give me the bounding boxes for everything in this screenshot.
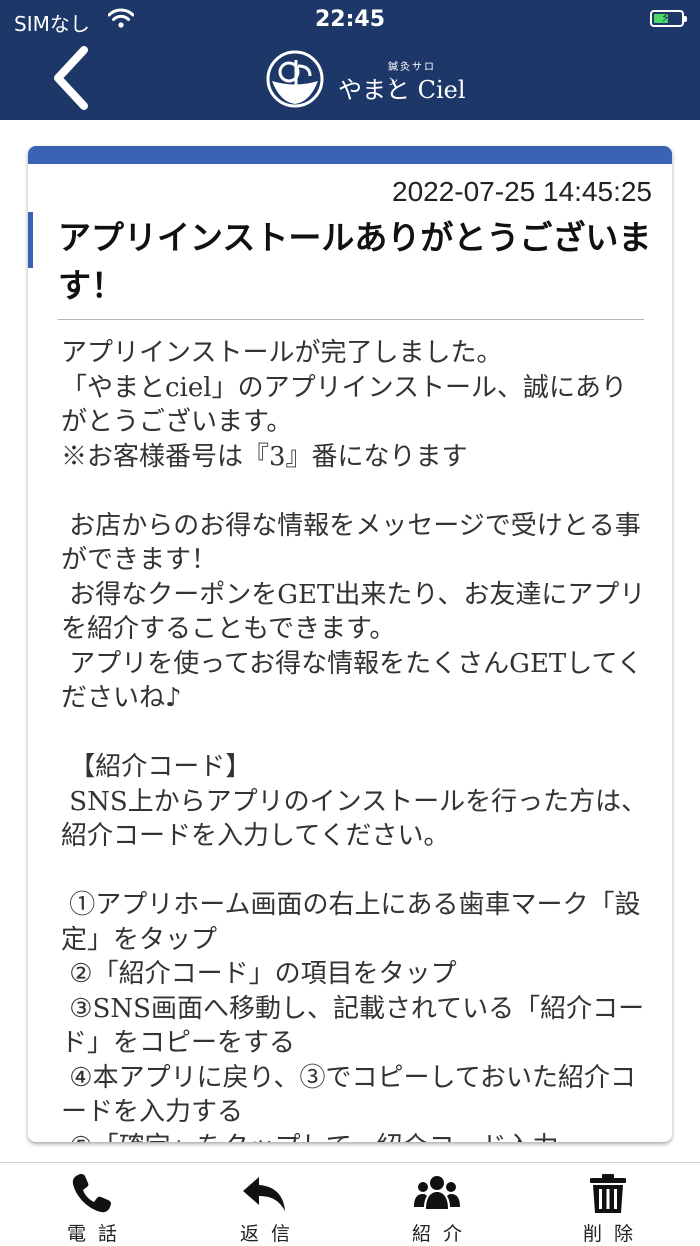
- trash-icon: [590, 1174, 626, 1213]
- back-button[interactable]: [48, 46, 98, 110]
- status-bar: SIMなし 22:45 ⚡: [0, 0, 700, 40]
- introduce-button[interactable]: 紹介: [367, 1169, 507, 1245]
- chevron-left-icon: [54, 46, 88, 110]
- delete-label: 削除: [582, 1223, 645, 1245]
- message-card: 2022-07-25 14:45:25 アプリインストールありがとうございます！…: [28, 146, 672, 1142]
- message-timestamp: 2022-07-25 14:45:25: [392, 176, 652, 207]
- reply-icon: [243, 1177, 285, 1211]
- title-divider: [58, 319, 644, 320]
- users-icon: [414, 1176, 460, 1209]
- clock: 22:45: [314, 7, 386, 32]
- reply-button[interactable]: 返信: [195, 1169, 335, 1245]
- app-header: SIMなし 22:45 ⚡ 鍼灸サロン やまと Ciel: [0, 0, 700, 120]
- battery-icon: ⚡: [650, 10, 687, 27]
- card-top-bar: [28, 146, 672, 164]
- reply-label: 返信: [239, 1223, 302, 1245]
- delete-button[interactable]: 削除: [538, 1169, 678, 1245]
- logo-text: やまと Ciel: [338, 76, 466, 104]
- phone-button[interactable]: 電話: [22, 1169, 162, 1245]
- phone-icon: [72, 1174, 111, 1213]
- introduce-label: 紹介: [411, 1223, 474, 1245]
- logo-mark-icon: [266, 50, 324, 108]
- bottom-nav: 電話 返信 紹介 削除: [0, 1162, 700, 1245]
- app-logo: 鍼灸サロン やまと Ciel: [262, 48, 466, 110]
- title-accent-bar: [28, 212, 33, 268]
- phone-label: 電話: [66, 1223, 129, 1245]
- message-body: アプリインストールが完了しました。 「やまとciel」のアプリインストール、誠に…: [61, 338, 648, 1142]
- message-title: アプリインストールありがとうございます！: [58, 218, 652, 305]
